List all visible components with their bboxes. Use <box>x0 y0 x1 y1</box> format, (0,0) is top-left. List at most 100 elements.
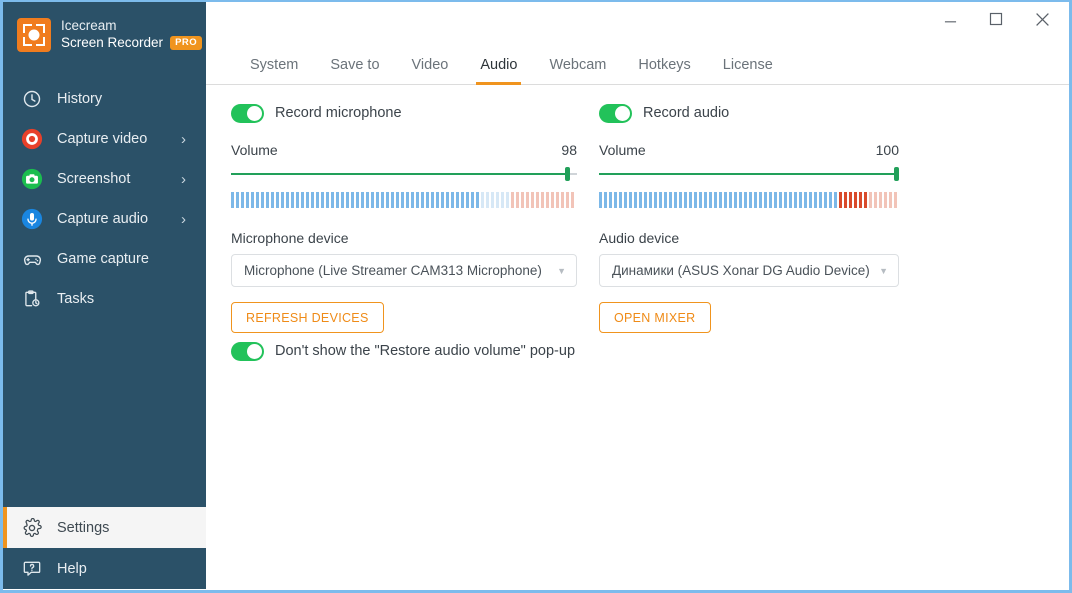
audio-volume-slider[interactable] <box>599 167 899 181</box>
meter-bar <box>261 192 264 208</box>
open-mixer-button[interactable]: OPEN MIXER <box>599 302 711 333</box>
refresh-devices-button[interactable]: REFRESH DEVICES <box>231 302 384 333</box>
sidebar-item-capture-audio[interactable]: Capture audio › <box>3 199 206 239</box>
audio-volume-row: Volume 100 <box>599 142 899 158</box>
microphone-section: Record microphone Volume 98 Microphone d… <box>231 102 577 333</box>
meter-bar <box>386 192 389 208</box>
sidebar-item-label: History <box>57 91 103 107</box>
meter-bar <box>874 192 877 208</box>
meter-bar <box>281 192 284 208</box>
tab-save-to[interactable]: Save to <box>314 57 395 84</box>
meter-bar <box>829 192 832 208</box>
window-controls <box>927 2 1065 36</box>
record-icon <box>20 127 44 151</box>
microphone-device-select[interactable]: Microphone (Live Streamer CAM313 Microph… <box>231 254 577 287</box>
sidebar-item-help[interactable]: Help <box>3 548 206 589</box>
sidebar-item-label: Tasks <box>57 291 95 307</box>
restore-popup-row[interactable]: Don't show the "Restore audio volume" po… <box>231 340 575 362</box>
meter-bar <box>889 192 892 208</box>
meter-bar <box>659 192 662 208</box>
minimize-button[interactable] <box>927 2 973 36</box>
meter-bar <box>674 192 677 208</box>
meter-bar <box>571 192 574 208</box>
sidebar-item-label: Capture audio <box>57 211 149 227</box>
audio-volume-value: 100 <box>875 142 899 158</box>
record-microphone-row[interactable]: Record microphone <box>231 102 577 124</box>
meter-bar <box>466 192 469 208</box>
help-bubble-icon <box>20 557 44 581</box>
meter-bar <box>864 192 867 208</box>
meter-bar <box>749 192 752 208</box>
meter-bar <box>649 192 652 208</box>
sidebar-item-screenshot[interactable]: Screenshot › <box>3 159 206 199</box>
meter-bar <box>844 192 847 208</box>
meter-bar <box>246 192 249 208</box>
sidebar-nav: History Capture video › Screenshot › Cap… <box>3 79 206 319</box>
meter-bar <box>619 192 622 208</box>
audio-volume-label: Volume <box>599 142 646 158</box>
meter-bar <box>266 192 269 208</box>
meter-bar <box>476 192 479 208</box>
meter-bar <box>551 192 554 208</box>
meter-bar <box>794 192 797 208</box>
meter-bar <box>804 192 807 208</box>
sidebar-bottom-nav: Settings Help <box>3 507 206 589</box>
meter-bar <box>376 192 379 208</box>
meter-bar <box>834 192 837 208</box>
pro-badge: PRO <box>170 36 203 50</box>
meter-bar <box>526 192 529 208</box>
meter-bar <box>689 192 692 208</box>
meter-bar <box>869 192 872 208</box>
audio-device-select[interactable]: Динамики (ASUS Xonar DG Audio Device) ▼ <box>599 254 899 287</box>
record-microphone-toggle[interactable] <box>231 103 264 123</box>
microphone-volume-value: 98 <box>561 142 577 158</box>
meter-bar <box>326 192 329 208</box>
meter-bar <box>566 192 569 208</box>
meter-bar <box>774 192 777 208</box>
tab-hotkeys[interactable]: Hotkeys <box>622 57 706 84</box>
meter-bar <box>401 192 404 208</box>
sidebar-item-history[interactable]: History <box>3 79 206 119</box>
restore-popup-toggle[interactable] <box>231 341 264 361</box>
meter-bar <box>356 192 359 208</box>
microphone-slider-handle[interactable] <box>565 167 570 181</box>
meter-bar <box>491 192 494 208</box>
tab-webcam[interactable]: Webcam <box>533 57 622 84</box>
meter-bar <box>501 192 504 208</box>
sidebar-item-game-capture[interactable]: Game capture <box>3 239 206 279</box>
sidebar-item-settings[interactable]: Settings <box>3 507 206 548</box>
meter-bar <box>624 192 627 208</box>
gamepad-icon <box>20 247 44 271</box>
audio-slider-handle[interactable] <box>894 167 899 181</box>
meter-bar <box>256 192 259 208</box>
meter-bar <box>306 192 309 208</box>
maximize-button[interactable] <box>973 2 1019 36</box>
meter-bar <box>441 192 444 208</box>
tab-license[interactable]: License <box>707 57 789 84</box>
tab-video[interactable]: Video <box>396 57 465 84</box>
meter-bar <box>496 192 499 208</box>
meter-bar <box>634 192 637 208</box>
record-audio-row[interactable]: Record audio <box>599 102 899 124</box>
meter-bar <box>714 192 717 208</box>
meter-bar <box>351 192 354 208</box>
tab-system[interactable]: System <box>234 57 314 84</box>
sidebar-item-capture-video[interactable]: Capture video › <box>3 119 206 159</box>
meter-bar <box>644 192 647 208</box>
record-audio-toggle[interactable] <box>599 103 632 123</box>
meter-bar <box>561 192 564 208</box>
close-button[interactable] <box>1019 2 1065 36</box>
chevron-down-icon: ▼ <box>557 265 566 276</box>
microphone-device-value: Microphone (Live Streamer CAM313 Microph… <box>244 263 542 278</box>
meter-bar <box>411 192 414 208</box>
microphone-volume-slider[interactable] <box>231 167 577 181</box>
meter-bar <box>664 192 667 208</box>
meter-bar <box>884 192 887 208</box>
sidebar-item-tasks[interactable]: Tasks <box>3 279 206 319</box>
meter-bar <box>879 192 882 208</box>
sidebar: Icecream Screen Recorder PRO History Cap… <box>3 2 206 589</box>
tab-audio[interactable]: Audio <box>464 57 533 85</box>
meter-bar <box>271 192 274 208</box>
meter-bar <box>699 192 702 208</box>
app-brand: Icecream Screen Recorder PRO <box>3 2 206 67</box>
